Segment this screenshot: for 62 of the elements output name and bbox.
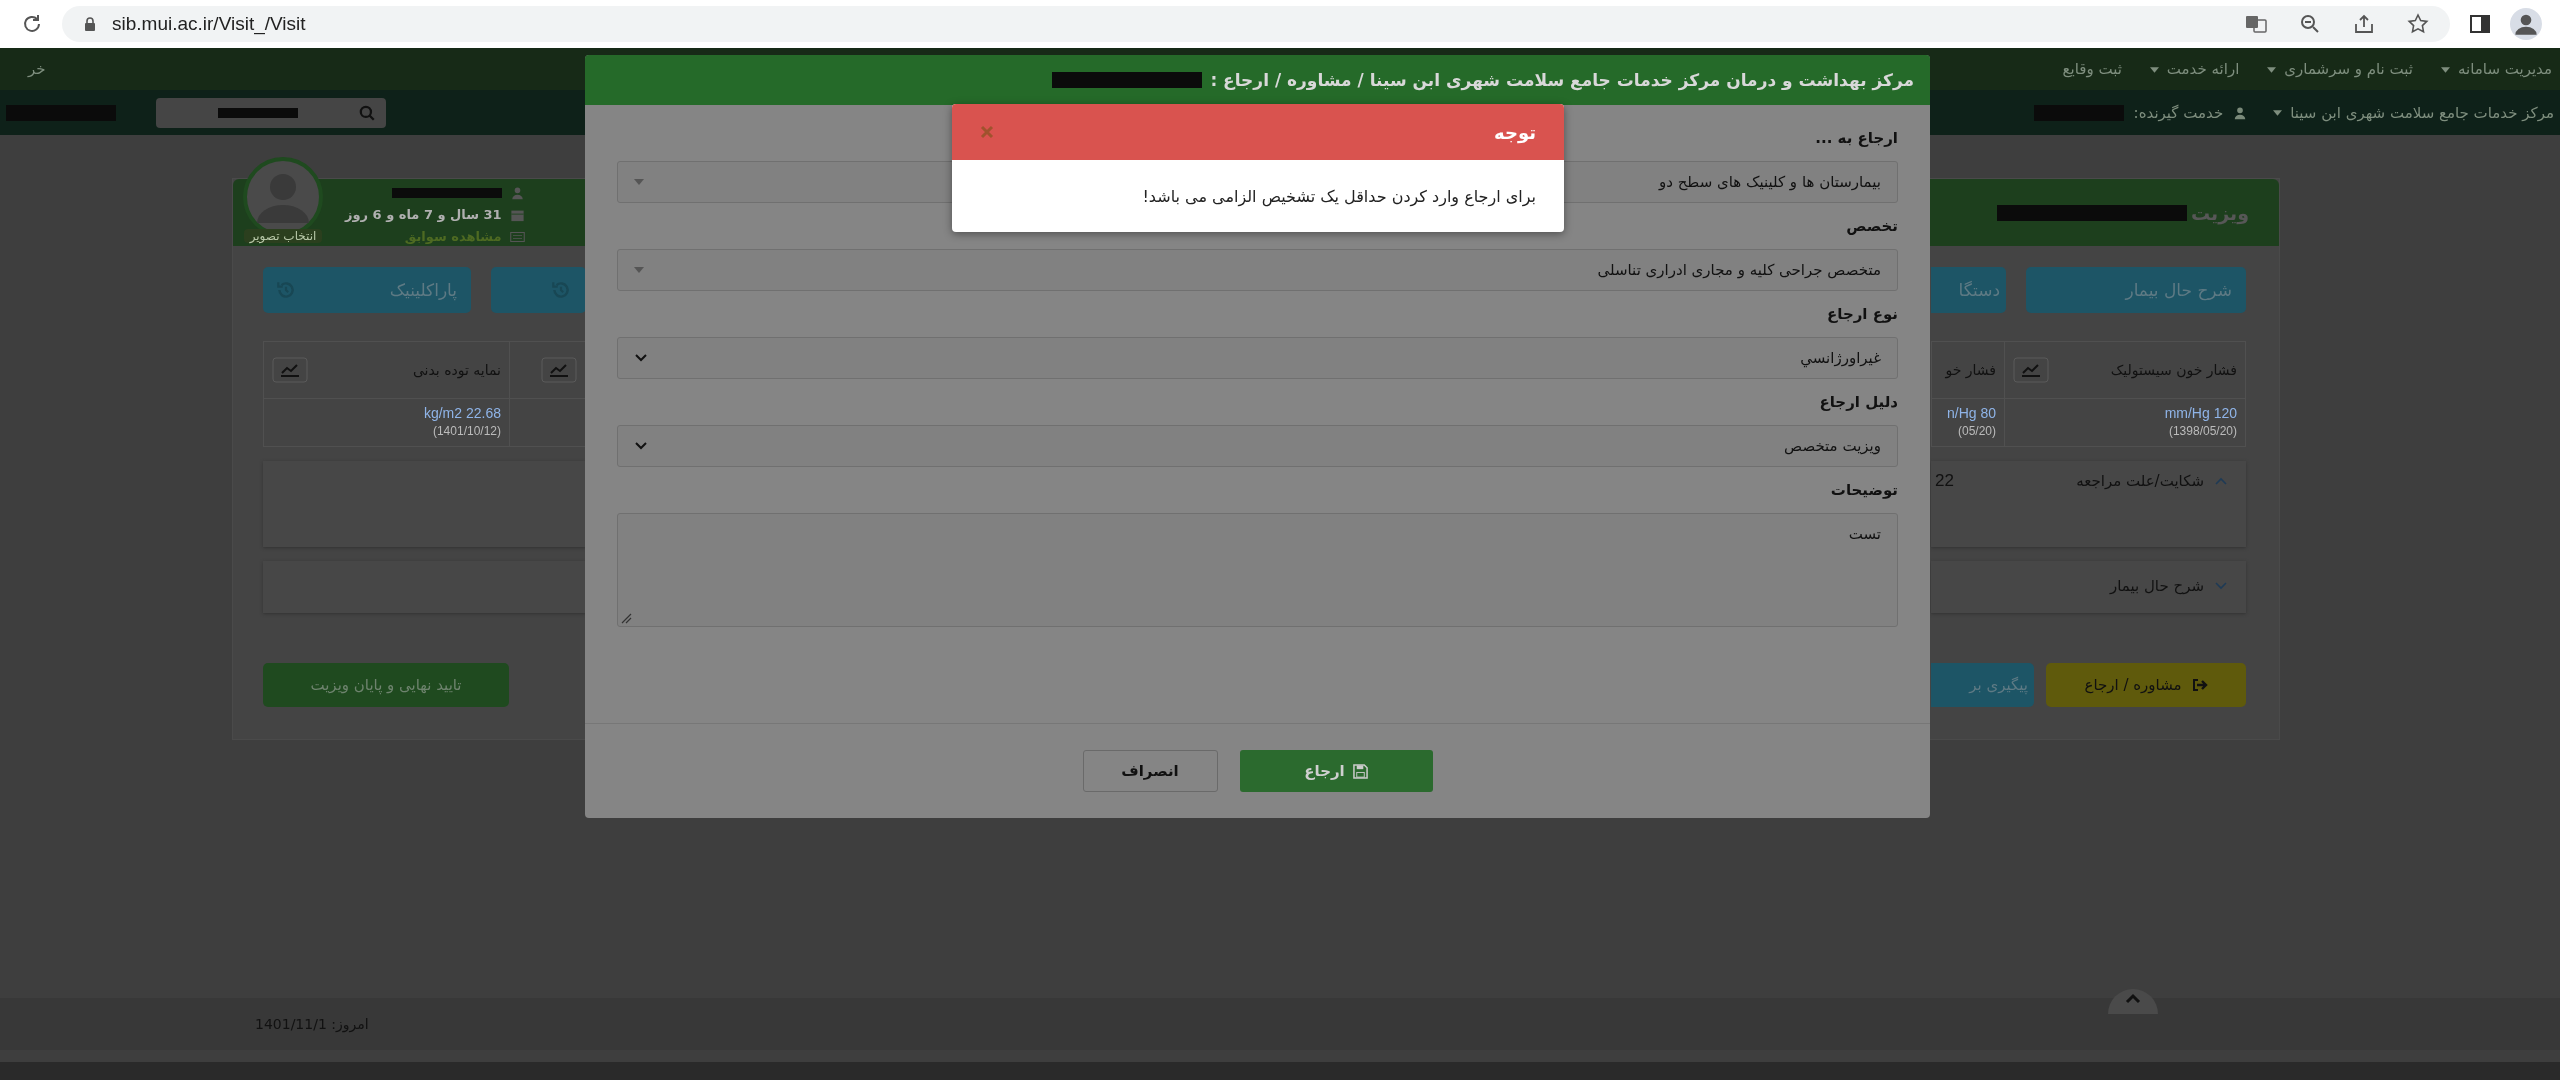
user-icon	[2233, 105, 2248, 120]
photo-button[interactable]: انتخاب تصویر	[243, 229, 323, 243]
field-label: ارجاع به ...	[1815, 129, 1898, 147]
alert-title: توجه	[1494, 121, 1536, 143]
vital-value: mm/Hg 120	[2164, 405, 2237, 421]
field-label: تخصص	[1846, 217, 1898, 235]
caret-icon	[2441, 66, 2450, 73]
logout-link[interactable]: خر	[28, 60, 46, 78]
vital-date: (05/20)	[1957, 424, 1996, 438]
field-label: توضیحات	[1830, 481, 1898, 499]
notes-field[interactable]: تست	[617, 513, 1898, 627]
chevron-up-icon[interactable]	[2214, 476, 2228, 486]
refer-button[interactable]: ارجاع	[1239, 750, 1433, 792]
confirm-visit-button[interactable]: تایید نهایی و پایان ویزیت	[263, 663, 509, 707]
vital-value: n/Hg 80	[1946, 405, 1996, 421]
save-icon	[1352, 763, 1368, 779]
sign-out-icon	[2191, 677, 2208, 693]
caret-icon	[2149, 66, 2159, 73]
client-label: خدمت گیرنده:	[2133, 103, 2224, 122]
vital-date: (1398/05/20)	[2168, 424, 2237, 438]
profile-icon[interactable]	[2510, 8, 2542, 40]
alert-message: برای ارجاع وارد کردن حداقل یک تشخیص الزامی می باشد!	[1142, 186, 1536, 206]
center-menu[interactable]: مرکز خدمات جامع سلامت شهری ابن سینا	[2273, 103, 2554, 122]
field-label: دلیل ارجاع	[1819, 393, 1898, 411]
history-button[interactable]	[491, 267, 586, 313]
url-text: sib.mui.ac.ir/Visit_/Visit	[112, 13, 306, 35]
star-icon[interactable]	[2406, 12, 2430, 36]
chart-button-icon[interactable]	[272, 357, 308, 383]
select-field[interactable]: غیراورژانسي	[617, 337, 1898, 379]
lock-icon	[82, 16, 98, 32]
share-icon[interactable]	[2352, 12, 2376, 36]
cancel-button[interactable]: انصراف	[1082, 750, 1218, 792]
id-card-icon	[509, 229, 525, 244]
vital-value: kg/m2 22.68	[423, 405, 501, 421]
caret-icon	[2267, 66, 2277, 73]
chevron-down-icon	[634, 353, 648, 363]
referral-button[interactable]: مشاوره / ارجاع	[2046, 663, 2246, 707]
select-field[interactable]: متخصص جراحی کلیه و مجاری ادراری تناسلی	[617, 249, 1898, 291]
address-bar[interactable]: sib.mui.ac.ir/Visit_/Visit	[62, 6, 2450, 42]
chart-button-icon[interactable]	[541, 357, 577, 383]
patient-age: 31 سال و 7 ماه و 6 روز	[345, 207, 502, 222]
chevron-down-icon	[634, 441, 648, 451]
select-field[interactable]: ویزیت متخصص	[617, 425, 1898, 467]
menu-item[interactable]: ثبت وقایع	[2062, 60, 2122, 78]
caret-icon	[634, 179, 644, 185]
close-icon[interactable]	[980, 125, 994, 139]
sidebar-icon[interactable]	[2468, 12, 2492, 36]
search-field[interactable]	[156, 97, 386, 128]
caret-icon	[634, 267, 644, 273]
user-icon	[509, 185, 525, 200]
caret-icon	[2273, 110, 2283, 116]
resize-handle-icon[interactable]	[620, 612, 632, 624]
vital-date: (1401/10/12)	[432, 424, 501, 438]
menu-item[interactable]: ارائه خدمت	[2149, 60, 2240, 78]
search-icon	[358, 103, 376, 122]
chevron-down-icon[interactable]	[2214, 581, 2228, 591]
chart-button-icon[interactable]	[2013, 357, 2049, 383]
field-label: نوع ارجاع	[1827, 305, 1898, 323]
visit-title: ویزیت	[2191, 201, 2249, 224]
dialog-title: مرکز بهداشت و درمان مرکز خدمات جامع سلامت شهری ابن سینا / مشاوره / ارجاع :	[1210, 70, 1914, 90]
menu-item[interactable]: مدیریت سامانه	[2441, 60, 2552, 78]
menu-item[interactable]: ثبت نام و سرشماری	[2267, 60, 2413, 78]
